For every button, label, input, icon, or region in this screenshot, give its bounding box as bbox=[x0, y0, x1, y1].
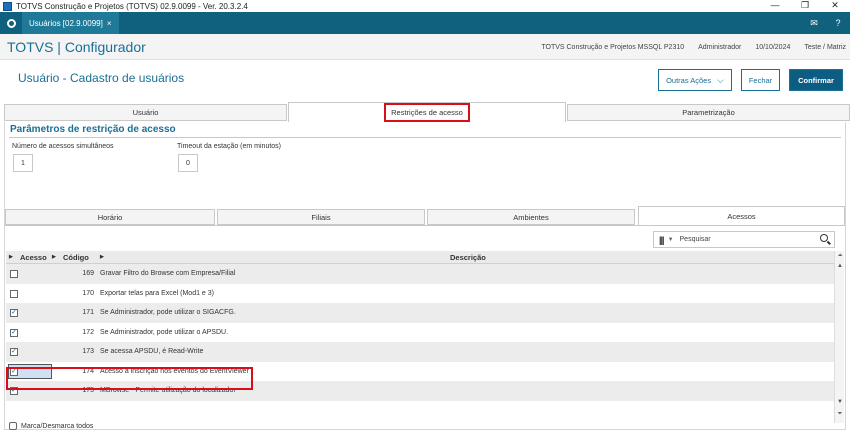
subtab-acessos-label: Acessos bbox=[727, 211, 756, 221]
toggle-all[interactable]: Marca/Desmarca todos bbox=[9, 422, 93, 430]
tab-close-icon[interactable]: × bbox=[107, 19, 112, 28]
grid-body: 169 Gravar Filtro do Browse com Empresa/F… bbox=[6, 264, 834, 423]
row-code: 173 bbox=[82, 348, 94, 355]
access-grid: ▶ Acesso ▶ Código ▶ Descrição 169 Gravar … bbox=[6, 251, 834, 423]
restrictions-section: Parâmetros de restrição de acesso Número… bbox=[4, 122, 846, 430]
confirm-button[interactable]: Confirmar bbox=[789, 69, 843, 91]
timeout-field[interactable]: 0 bbox=[178, 154, 198, 172]
chevron-down-icon: ⌵ bbox=[717, 74, 724, 85]
subtab-filiais-label: Filiais bbox=[311, 212, 331, 222]
simultaneous-label: Número de acessos simultâneos bbox=[12, 143, 114, 150]
user-label: Administrador bbox=[698, 43, 742, 51]
search-box[interactable]: ||| ▼ Pesquisar bbox=[653, 231, 835, 248]
page-title: Usuário - Cadastro de usuários bbox=[18, 71, 185, 85]
row-description: Exportar telas para Excel (Mod1 e 3) bbox=[100, 289, 214, 297]
col-code[interactable]: Código bbox=[63, 253, 89, 262]
app-tabstrip: Usuários [02.9.0099] × ✉ ? bbox=[0, 12, 850, 34]
highlight-row-174 bbox=[6, 367, 253, 390]
row-description: Gravar Filtro do Browse com Empresa/Fili… bbox=[100, 270, 236, 277]
branch-label: Teste / Matriz bbox=[804, 43, 846, 51]
toggle-all-label: Marca/Desmarca todos bbox=[21, 422, 94, 430]
access-checkbox[interactable]: ✓ bbox=[10, 328, 18, 337]
section-divider bbox=[9, 137, 841, 138]
tab-restricoes-label: Restrições de acesso bbox=[384, 103, 470, 122]
tab-parametrizacao-label: Parametrização bbox=[682, 108, 735, 117]
sort-arrow-icon[interactable]: ▶ bbox=[100, 254, 104, 260]
tab-restricoes[interactable]: Restrições de acesso bbox=[288, 102, 566, 122]
scroll-up-icon[interactable]: ▲ bbox=[835, 263, 845, 269]
window-titlebar: TOTVS Construção e Projetos (TOTVS) 02.9… bbox=[0, 0, 850, 12]
toggle-all-checkbox[interactable] bbox=[9, 422, 17, 430]
timeout-label: Timeout da estação (em minutos) bbox=[177, 143, 282, 150]
subtab-ambientes[interactable]: Ambientes bbox=[427, 209, 635, 225]
table-row[interactable]: ✓ 171 Se Administrador, pode utilizar o SI… bbox=[6, 303, 834, 323]
tabstrip-icons: ✉ ? bbox=[802, 12, 850, 34]
tab-usuarios[interactable]: Usuários [02.9.0099] × bbox=[22, 12, 119, 34]
search-input[interactable]: Pesquisar bbox=[680, 236, 711, 243]
row-code: 170 bbox=[82, 289, 94, 297]
window-title: TOTVS Construção e Projetos (TOTVS) 02.9… bbox=[16, 1, 248, 11]
access-checkbox[interactable] bbox=[10, 289, 18, 298]
tab-usuario-label: Usuário bbox=[132, 108, 159, 117]
row-description: Se Administrador, pode utilizar o APSDU. bbox=[100, 328, 229, 336]
main-tabs: Usuário Restrições de acesso Parametriza… bbox=[4, 102, 850, 122]
tab-usuarios-label: Usuários [02.9.0099] bbox=[29, 18, 103, 28]
minimize-icon[interactable]: — bbox=[760, 0, 790, 12]
row-code: 172 bbox=[82, 328, 94, 336]
row-description: Se Administrador, pode utilizar o SIGACF… bbox=[100, 309, 236, 316]
col-description[interactable]: Descrição bbox=[450, 253, 486, 262]
app-brand: TOTVS | Configurador bbox=[7, 38, 146, 55]
subtab-acessos[interactable]: Acessos bbox=[638, 206, 845, 225]
subtab-ambientes-label: Ambientes bbox=[513, 212, 549, 222]
home-icon[interactable] bbox=[0, 12, 22, 34]
access-checkbox[interactable]: ✓ bbox=[10, 348, 18, 356]
app-header: TOTVS | Configurador TOTVS Construção e … bbox=[0, 34, 850, 60]
row-code: 171 bbox=[82, 309, 94, 316]
simultaneous-field[interactable]: 1 bbox=[13, 154, 33, 172]
close-button[interactable]: Fechar bbox=[741, 69, 780, 91]
col-access[interactable]: Acesso bbox=[20, 253, 47, 262]
scroll-top-icon[interactable]: ⏶ bbox=[835, 253, 845, 260]
caret-down-icon[interactable]: ▼ bbox=[668, 237, 674, 243]
row-code: 169 bbox=[82, 270, 94, 277]
window-controls: — ❐ ✕ bbox=[760, 0, 850, 12]
subtab-horario-label: Horário bbox=[97, 212, 123, 222]
close-icon[interactable]: ✕ bbox=[820, 0, 850, 12]
page-header: Usuário - Cadastro de usuários Outras Aç… bbox=[0, 60, 850, 100]
subtab-horario[interactable]: Horário bbox=[5, 209, 215, 225]
other-actions-button[interactable]: Outras Ações ⌵ bbox=[658, 69, 732, 91]
table-row[interactable]: 170 Exportar telas para Excel (Mod1 e 3) bbox=[6, 283, 834, 303]
tab-usuario[interactable]: Usuário bbox=[4, 104, 287, 121]
other-actions-label: Outras Ações bbox=[666, 75, 712, 85]
mail-icon[interactable]: ✉ bbox=[802, 18, 826, 29]
columns-icon[interactable]: ||| bbox=[659, 235, 664, 245]
sort-arrow-icon[interactable]: ▶ bbox=[9, 254, 13, 260]
scroll-bottom-icon[interactable]: ⏷ bbox=[835, 411, 845, 418]
scroll-down-icon[interactable]: ▼ bbox=[835, 399, 845, 405]
table-row[interactable]: ✓ 173 Se acessa APSDU, é Read-Write bbox=[6, 342, 834, 362]
sort-arrow-icon[interactable]: ▶ bbox=[52, 254, 56, 260]
grid-toolbar: ||| ▼ Pesquisar bbox=[5, 225, 845, 251]
date-label: 10/10/2024 bbox=[755, 43, 791, 51]
subtab-filiais[interactable]: Filiais bbox=[217, 209, 425, 225]
table-row[interactable]: 169 Gravar Filtro do Browse com Empresa/F… bbox=[6, 264, 834, 284]
tab-parametrizacao[interactable]: Parametrização bbox=[567, 104, 850, 121]
access-checkbox[interactable] bbox=[10, 270, 18, 278]
search-icon[interactable] bbox=[820, 234, 828, 242]
grid-header: ▶ Acesso ▶ Código ▶ Descrição bbox=[6, 251, 834, 264]
access-checkbox[interactable]: ✓ bbox=[10, 309, 18, 317]
session-info: TOTVS Construção e Projetos MSSQL P2310 … bbox=[541, 34, 846, 60]
environment-label: TOTVS Construção e Projetos MSSQL P2310 bbox=[541, 43, 685, 51]
maximize-icon[interactable]: ❐ bbox=[790, 0, 820, 12]
help-icon[interactable]: ? bbox=[826, 18, 850, 28]
section-title: Parâmetros de restrição de acesso bbox=[10, 124, 176, 135]
vertical-scrollbar[interactable]: ⏶ ▲ ▼ ⏷ bbox=[834, 251, 844, 423]
row-description: Se acessa APSDU, é Read-Write bbox=[100, 348, 204, 355]
table-row[interactable]: ✓ 172 Se Administrador, pode utilizar o AP… bbox=[6, 322, 834, 342]
app-icon bbox=[3, 1, 12, 11]
